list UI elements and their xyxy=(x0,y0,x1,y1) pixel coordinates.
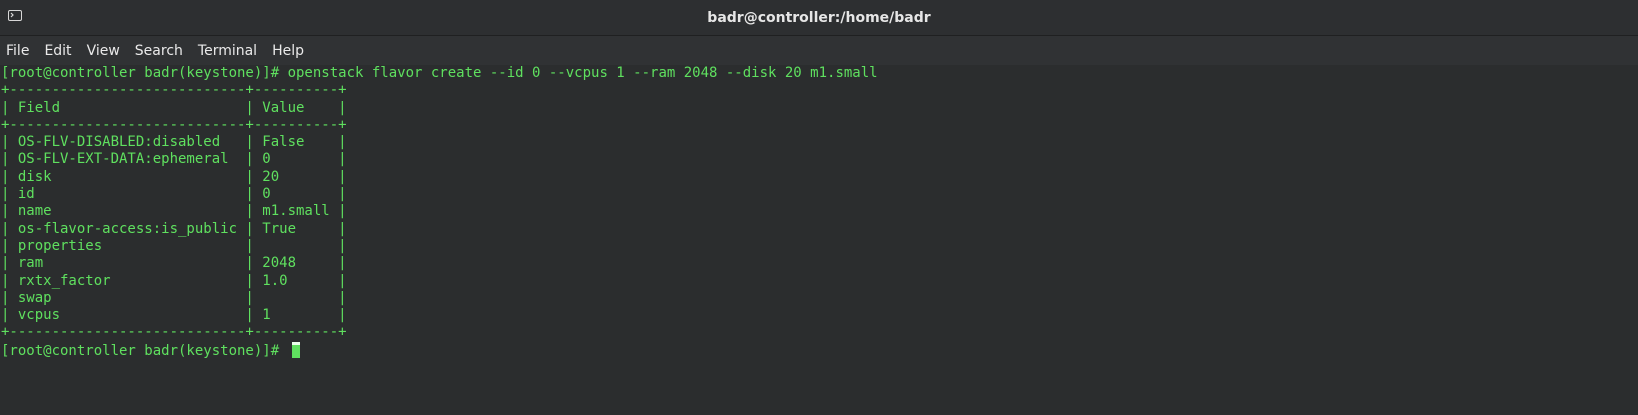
table-row: | os-flavor-access:is_public | True | xyxy=(1,220,347,237)
menu-bar: File Edit View Search Terminal Help xyxy=(0,36,1638,66)
menu-search[interactable]: Search xyxy=(135,43,183,59)
table-row: | OS-FLV-EXT-DATA:ephemeral | 0 | xyxy=(1,151,347,168)
table-row: | name | m1.small | xyxy=(1,203,347,220)
table-header: | Field | Value | xyxy=(1,99,347,116)
menu-terminal[interactable]: Terminal xyxy=(198,43,257,59)
table-row: | rxtx_factor | 1.0 | xyxy=(1,272,347,289)
table-row: | properties | | xyxy=(1,237,347,254)
menu-help[interactable]: Help xyxy=(272,43,304,59)
terminal-icon xyxy=(8,10,22,21)
table-row: | disk | 20 | xyxy=(1,168,347,185)
menu-view[interactable]: View xyxy=(87,43,120,59)
table-row: | swap | | xyxy=(1,289,347,306)
window-title: badr@controller:/home/badr xyxy=(707,9,931,26)
table-border: +----------------------------+----------… xyxy=(1,324,347,341)
table-row: | ram | 2048 | xyxy=(1,255,347,272)
command-line: [root@controller badr(keystone)]# openst… xyxy=(1,65,878,81)
menu-edit[interactable]: Edit xyxy=(44,43,71,59)
table-row: | OS-FLV-DISABLED:disabled | False | xyxy=(1,134,347,151)
menu-file[interactable]: File xyxy=(6,43,29,59)
cursor xyxy=(291,341,300,358)
table-row: | id | 0 | xyxy=(1,186,347,203)
terminal-output[interactable]: [root@controller badr(keystone)]# openst… xyxy=(0,65,1638,415)
table-row: | vcpus | 1 | xyxy=(1,307,347,324)
terminal-window: badr@controller:/home/badr File Edit Vie… xyxy=(0,0,1638,415)
table-border: +----------------------------+----------… xyxy=(1,116,347,133)
table-border: +----------------------------+----------… xyxy=(1,82,347,99)
prompt-line: [root@controller badr(keystone)]# xyxy=(1,341,1638,359)
terminal-text: [root@controller badr(keystone)]# openst… xyxy=(0,65,1638,359)
title-bar: badr@controller:/home/badr xyxy=(0,0,1638,36)
